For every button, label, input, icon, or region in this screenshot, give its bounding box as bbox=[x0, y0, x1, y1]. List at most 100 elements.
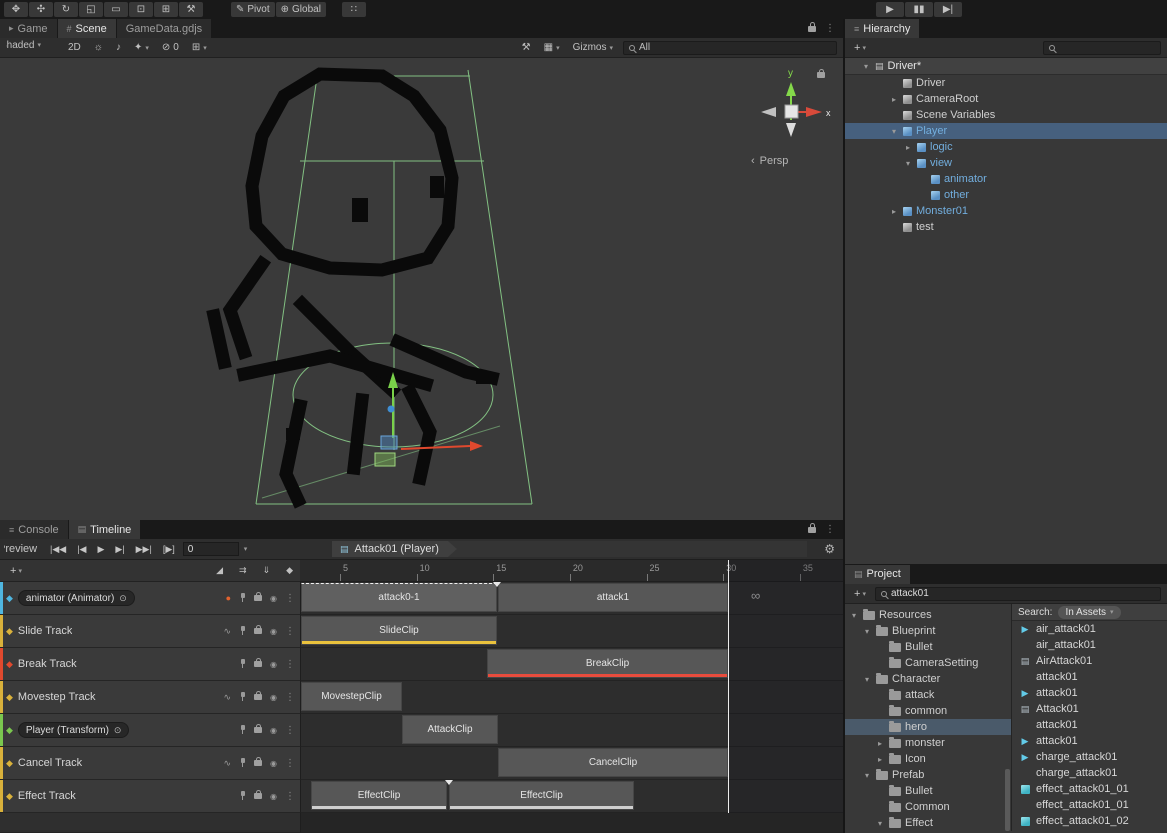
chevron-down-icon[interactable]: ▾ bbox=[244, 545, 248, 553]
orientation-gizmo[interactable]: y x bbox=[761, 68, 831, 137]
hierarchy-item[interactable]: other bbox=[845, 187, 1167, 203]
search-result-item[interactable]: charge_attack01 bbox=[1012, 765, 1167, 781]
project-folder[interactable]: Bullet bbox=[845, 783, 1011, 799]
project-folder[interactable]: hero bbox=[845, 719, 1011, 735]
insert-frame-icon[interactable]: ⇉ bbox=[239, 565, 247, 576]
lock-icon[interactable] bbox=[254, 628, 262, 634]
hierarchy-item[interactable]: animator bbox=[845, 171, 1167, 187]
pin-icon[interactable] bbox=[239, 593, 246, 603]
hidden-objects-toggle[interactable]: ⊘ 0 bbox=[159, 40, 182, 56]
axis-x-label[interactable]: x bbox=[826, 108, 831, 118]
track-header[interactable]: ◆Player (Transform)⊙◉⋮ bbox=[0, 714, 300, 747]
pin-icon[interactable] bbox=[239, 725, 246, 735]
object-picker-icon[interactable]: ⊙ bbox=[119, 593, 127, 604]
curves-icon[interactable]: ∿ bbox=[223, 692, 231, 703]
timeline-clip[interactable]: EffectClip bbox=[449, 781, 634, 810]
project-folder[interactable]: ▾Resources bbox=[845, 607, 1011, 623]
timeline-clip[interactable]: attack0-1 bbox=[301, 583, 497, 612]
track-lane[interactable]: attack0-1attack1∞ bbox=[300, 582, 843, 615]
timeline-play-button[interactable]: ▶ bbox=[94, 544, 107, 555]
timeline-duration-marker[interactable] bbox=[728, 560, 729, 813]
timeline-clip[interactable]: AttackClip bbox=[402, 715, 498, 744]
mute-eye-icon[interactable]: ◉ bbox=[270, 792, 277, 801]
timeline-clip[interactable]: CancelClip bbox=[498, 748, 728, 777]
tab-gamedata[interactable]: GameData.gdjs bbox=[117, 19, 212, 38]
lock-icon[interactable] bbox=[254, 595, 262, 601]
hierarchy-item[interactable]: ▸CameraRoot bbox=[845, 91, 1167, 107]
expand-arrow-icon[interactable]: ▾ bbox=[903, 159, 913, 168]
project-folder[interactable]: CameraSetting bbox=[845, 655, 1011, 671]
pan-tool-button[interactable]: ✥ bbox=[4, 2, 28, 17]
track-header[interactable]: ◆Cancel Track∿◉⋮ bbox=[0, 747, 300, 780]
gizmos-dropdown[interactable]: Gizmos ▾ bbox=[570, 40, 616, 56]
expand-arrow-icon[interactable]: ▸ bbox=[889, 95, 899, 104]
track-header[interactable]: ◆Effect Track◉⋮ bbox=[0, 780, 300, 813]
object-picker-icon[interactable]: ⊙ bbox=[114, 725, 122, 736]
search-result-item[interactable]: ▶charge_attack01 bbox=[1012, 749, 1167, 765]
pin-icon[interactable] bbox=[239, 758, 246, 768]
timeline-clip[interactable]: MovestepClip bbox=[301, 682, 402, 711]
expand-arrow-icon[interactable]: ▾ bbox=[849, 611, 859, 620]
audio-toggle-icon[interactable]: ♪ bbox=[113, 40, 124, 56]
scene-viewport[interactable]: y x ‹ Persp bbox=[0, 58, 843, 520]
frame-snap-icon[interactable]: ⇓ bbox=[263, 565, 271, 576]
track-menu-icon[interactable]: ⋮ bbox=[285, 659, 295, 670]
track-binding-field[interactable]: Player (Transform)⊙ bbox=[18, 722, 130, 738]
hierarchy-item[interactable]: ▸logic bbox=[845, 139, 1167, 155]
move-tool-button[interactable]: ✣ bbox=[29, 2, 53, 17]
track-lane[interactable]: MovestepClip bbox=[300, 681, 843, 714]
track-binding-field[interactable]: animator (Animator)⊙ bbox=[18, 590, 135, 606]
scene-header-row[interactable]: ▾ ▤ Driver* bbox=[845, 58, 1167, 75]
goto-start-button[interactable]: |◀◀ bbox=[47, 544, 69, 555]
expand-arrow-icon[interactable]: ▾ bbox=[862, 627, 872, 636]
hierarchy-search-field[interactable] bbox=[1043, 41, 1161, 55]
menu-dots-icon[interactable]: ⋮ bbox=[825, 23, 835, 34]
track-menu-icon[interactable]: ⋮ bbox=[285, 725, 295, 736]
pin-icon[interactable] bbox=[239, 692, 246, 702]
track-menu-icon[interactable]: ⋮ bbox=[285, 758, 295, 769]
menu-dots-icon[interactable]: ⋮ bbox=[825, 524, 835, 535]
search-result-item[interactable]: effect_attack01_01 bbox=[1012, 781, 1167, 797]
search-result-item[interactable]: effect_attack01_01 bbox=[1012, 797, 1167, 813]
rect-tool-button[interactable]: ▭ bbox=[104, 2, 128, 17]
tab-hierarchy[interactable]: ≡ Hierarchy bbox=[845, 19, 920, 38]
preview-toggle-button[interactable]: Preview bbox=[4, 543, 42, 555]
expand-arrow-icon[interactable]: ▸ bbox=[875, 755, 885, 764]
project-folder[interactable]: ▸Icon bbox=[845, 751, 1011, 767]
track-header[interactable]: ◆animator (Animator)⊙●◉⋮ bbox=[0, 582, 300, 615]
scrollbar-thumb[interactable] bbox=[1005, 769, 1010, 831]
tab-project[interactable]: ▤ Project bbox=[845, 565, 911, 584]
tab-console[interactable]: ≡ Console bbox=[0, 520, 69, 539]
project-folder[interactable]: Common bbox=[845, 799, 1011, 815]
clip-marker-icon[interactable] bbox=[445, 780, 453, 785]
global-toggle-button[interactable]: ⊕ Global bbox=[276, 2, 326, 17]
axis-y-label[interactable]: y bbox=[788, 68, 793, 79]
lock-icon[interactable] bbox=[254, 727, 262, 733]
expand-arrow-icon[interactable]: ▸ bbox=[875, 739, 885, 748]
project-folder[interactable]: ▾Character bbox=[845, 671, 1011, 687]
scene-search-field[interactable]: All bbox=[623, 41, 837, 55]
settings-gear-icon[interactable]: ⚙ bbox=[824, 542, 835, 556]
hierarchy-item[interactable]: ▾Player bbox=[845, 123, 1167, 139]
mute-eye-icon[interactable]: ◉ bbox=[270, 594, 277, 603]
lock-icon[interactable] bbox=[254, 793, 262, 799]
track-lane[interactable]: AttackClip bbox=[300, 714, 843, 747]
curves-view-icon[interactable]: ◢ bbox=[216, 565, 223, 576]
search-result-item[interactable]: ▶attack01 bbox=[1012, 733, 1167, 749]
search-result-item[interactable]: ▶attack01 bbox=[1012, 685, 1167, 701]
mute-eye-icon[interactable]: ◉ bbox=[270, 759, 277, 768]
project-folder[interactable]: ▾Prefab bbox=[845, 767, 1011, 783]
hierarchy-item[interactable]: Driver bbox=[845, 75, 1167, 91]
search-result-item[interactable]: ▤AirAttack01 bbox=[1012, 653, 1167, 669]
component-tools-button[interactable]: ⚒ bbox=[519, 40, 534, 56]
search-result-item[interactable]: ▶air_attack01 bbox=[1012, 621, 1167, 637]
track-lane[interactable]: SlideClip bbox=[300, 615, 843, 648]
mute-eye-icon[interactable]: ◉ bbox=[270, 726, 277, 735]
transform-tool-button[interactable]: ⊡ bbox=[129, 2, 153, 17]
pivot-toggle-button[interactable]: ✎ Pivot bbox=[231, 2, 275, 17]
tab-timeline[interactable]: ▤ Timeline bbox=[69, 520, 142, 539]
record-icon[interactable]: ● bbox=[226, 593, 231, 603]
pin-icon[interactable] bbox=[239, 626, 246, 636]
project-folder[interactable]: ▾Effect bbox=[845, 815, 1011, 831]
current-frame-field[interactable]: 0 bbox=[183, 542, 239, 556]
